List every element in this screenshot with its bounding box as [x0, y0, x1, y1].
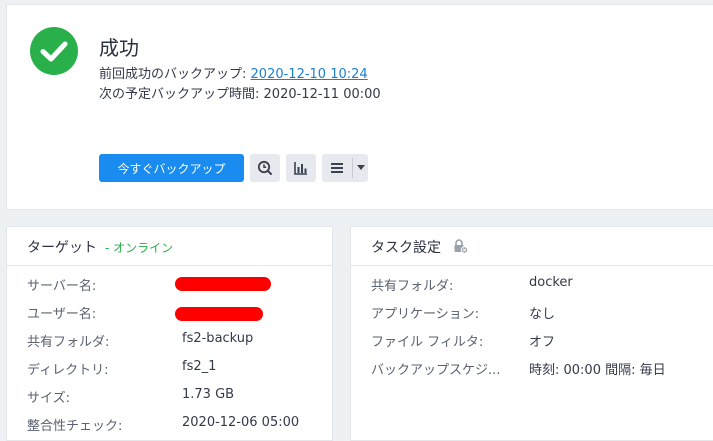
task-settings-title: タスク設定	[371, 240, 441, 256]
online-status: - オンライン	[105, 241, 174, 255]
backup-schedule-value: 時刻: 00:00 間隔: 毎日	[529, 363, 666, 378]
user-name-label: ユーザー名:	[27, 307, 97, 322]
target-card: ターゲット - オンライン サーバー名: ユーザー名: 共有フォルダ: fs2-b…	[6, 226, 333, 441]
size-value: 1.73 GB	[182, 387, 235, 402]
redaction-mark	[175, 307, 263, 321]
backup-now-button[interactable]: 今すぐバックアップ	[99, 154, 244, 182]
directory-value: fs2_1	[182, 359, 217, 374]
status-card: 成功 前回成功のバックアップ: 2020-12-10 10:24 次の予定バック…	[6, 4, 713, 210]
task-row-application: アプリケーション: なし	[351, 299, 713, 327]
menu-button[interactable]	[322, 154, 352, 182]
server-name-label: サーバー名:	[27, 279, 97, 294]
task-settings-header: タスク設定	[351, 227, 713, 266]
statistics-button[interactable]	[286, 154, 316, 182]
target-title: ターゲット	[27, 240, 97, 256]
last-backup-label: 前回成功のバックアップ:	[99, 67, 247, 82]
target-row-shared-folder: 共有フォルダ: fs2-backup	[7, 327, 332, 355]
application-value: なし	[529, 307, 556, 322]
task-row-file-filter: ファイル フィルタ: オフ	[351, 327, 713, 355]
integrity-check-label: 整合性チェック:	[27, 419, 123, 434]
backup-schedule-label: バックアップスケジ...	[371, 363, 501, 378]
next-backup-label: 次の予定バックアップ時間:	[99, 87, 260, 102]
menu-split-button[interactable]	[322, 154, 368, 182]
next-backup-value: 2020-12-11 00:00	[263, 87, 381, 102]
application-label: アプリケーション:	[371, 307, 480, 322]
version-history-button[interactable]	[250, 154, 280, 182]
target-header: ターゲット - オンライン	[7, 227, 332, 266]
task-row-shared-folder: 共有フォルダ: docker	[351, 271, 713, 299]
shared-folder-value: fs2-backup	[182, 331, 254, 346]
target-row-user: ユーザー名:	[7, 299, 332, 327]
file-filter-label: ファイル フィルタ:	[371, 335, 484, 350]
menu-dropdown-toggle[interactable]	[353, 154, 368, 182]
target-title-line: ターゲット - オンライン	[27, 237, 173, 257]
menu-icon	[331, 163, 343, 173]
task-row-backup-schedule: バックアップスケジ... 時刻: 00:00 間隔: 毎日	[351, 355, 713, 383]
integrity-check-value: 2020-12-06 05:00	[182, 415, 300, 430]
next-backup-line: 次の予定バックアップ時間: 2020-12-11 00:00	[99, 83, 381, 102]
caret-down-icon	[357, 165, 365, 170]
bar-chart-icon	[294, 162, 307, 175]
last-backup-link[interactable]: 2020-12-10 10:24	[251, 67, 368, 82]
clock-search-icon	[257, 160, 272, 175]
target-row-size: サイズ: 1.73 GB	[7, 383, 332, 411]
status-title: 成功	[99, 36, 139, 60]
target-row-integrity-check: 整合性チェック: 2020-12-06 05:00	[7, 411, 332, 439]
last-backup-line: 前回成功のバックアップ: 2020-12-10 10:24	[99, 63, 368, 82]
redaction-mark	[175, 277, 271, 291]
lock-icon	[454, 239, 468, 254]
check-circle-icon	[30, 27, 78, 75]
file-filter-value: オフ	[529, 335, 556, 350]
size-label: サイズ:	[27, 391, 70, 406]
target-row-directory: ディレクトリ: fs2_1	[7, 355, 332, 383]
directory-label: ディレクトリ:	[27, 363, 109, 378]
target-row-server: サーバー名:	[7, 271, 332, 299]
task-settings-card: タスク設定 共有フォルダ: docker アプリケーション: なし ファイル フ…	[350, 226, 713, 441]
shared-folder-label: 共有フォルダ:	[27, 335, 110, 350]
task-shared-folder-label: 共有フォルダ:	[371, 279, 454, 294]
task-shared-folder-value: docker	[529, 275, 573, 290]
